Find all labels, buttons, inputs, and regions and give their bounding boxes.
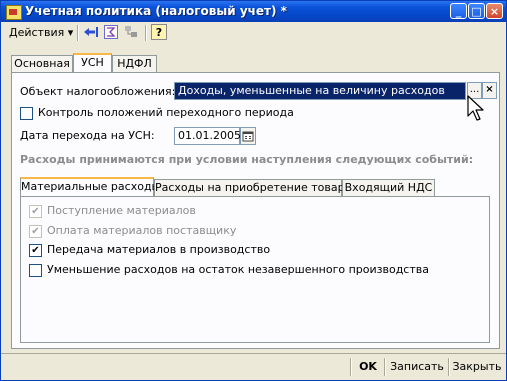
tax-object-label: Объект налогообложения: — [20, 85, 176, 98]
chevron-down-icon: ▾ — [67, 26, 74, 39]
tab-ndfl[interactable]: НДФЛ — [112, 55, 157, 72]
structure-icon[interactable] — [123, 24, 139, 40]
title-bar[interactable]: Учетная политика (налоговый учет) * _ □ … — [1, 1, 506, 22]
save-button[interactable]: Записать — [389, 358, 445, 376]
tab-usn[interactable]: УСН — [73, 53, 112, 72]
tab-incoming-vat[interactable]: Входящий НДС — [342, 179, 435, 196]
mouse-cursor-icon — [467, 95, 484, 121]
check-wip-reduction[interactable] — [29, 264, 42, 277]
check-transfer-production-label: Передача материалов в производство — [47, 243, 271, 256]
footer-separator — [384, 358, 386, 376]
dialog-window: Учетная политика (налоговый учет) * _ □ … — [0, 0, 507, 381]
inner-tab-panel: ✔ Поступление материалов ✔ Оплата матери… — [20, 196, 490, 343]
minimize-button[interactable]: _ — [450, 3, 467, 19]
check-receipt-materials-label: Поступление материалов — [47, 204, 196, 217]
app-icon — [6, 5, 22, 20]
move-item-icon[interactable] — [83, 24, 99, 40]
formula-icon[interactable] — [103, 24, 119, 40]
close-window-button[interactable]: × — [486, 3, 503, 19]
transition-control-label: Контроль положений переходного периода — [38, 106, 294, 119]
tab-main[interactable]: Основная — [11, 55, 73, 72]
transition-date-label: Дата перехода на УСН: — [20, 129, 155, 142]
help-icon[interactable]: ? — [151, 24, 167, 40]
footer-separator — [448, 358, 450, 376]
close-button[interactable]: Закрыть — [452, 358, 502, 376]
transition-control-checkbox[interactable] — [20, 107, 33, 120]
check-payment-supplier: ✔ — [29, 225, 42, 238]
toolbar-separator — [145, 25, 147, 41]
actions-menu-label: Действия — [9, 26, 65, 39]
toolbar: Действия ▾ ? — [3, 23, 504, 43]
tab-goods-expenses[interactable]: Расходы на приобретение товаров — [154, 179, 358, 196]
check-transfer-production[interactable]: ✔ — [29, 244, 42, 257]
maximize-button[interactable]: □ — [468, 3, 485, 19]
footer-bar: OK Записать Закрыть — [1, 353, 506, 380]
tab-material-expenses[interactable]: Материальные расходы — [20, 177, 160, 196]
toolbar-separator — [77, 25, 79, 41]
window-title: Учетная политика (налоговый учет) * — [25, 4, 287, 18]
transition-date-field[interactable]: 01.01.2005 — [174, 127, 241, 145]
actions-menu[interactable]: Действия ▾ — [7, 24, 75, 41]
calendar-icon[interactable] — [240, 127, 256, 145]
ok-button[interactable]: OK — [357, 358, 379, 376]
check-payment-supplier-label: Оплата материалов поставщику — [47, 224, 237, 237]
check-wip-reduction-label: Уменьшение расходов на остаток незаверше… — [47, 263, 429, 276]
section-heading: Расходы принимаются при условии наступле… — [20, 153, 474, 166]
tax-object-field[interactable]: Доходы, уменьшенные на величину расходов — [174, 82, 466, 100]
footer-separator — [350, 358, 352, 376]
check-receipt-materials: ✔ — [29, 205, 42, 218]
